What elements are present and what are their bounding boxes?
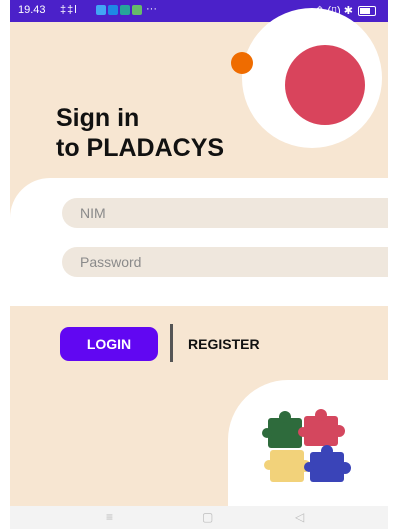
decor-pink-circle [285,45,365,125]
more-notifications-icon: ··· [146,3,157,15]
app-notification-icon [96,5,106,15]
page-title: Sign in to PLADACYS [56,103,224,163]
app-notification-icon [132,5,142,15]
decor-orange-circle [231,52,253,74]
blue-puzzle-piece [304,445,351,482]
yellow-puzzle-piece [264,450,311,482]
app-screen: 19.43 ‡‡l ··· ⇬ (▯) ✱ Sign in to PLADACY… [10,0,388,529]
pink-puzzle-piece [298,409,345,446]
home-nav-button[interactable]: ▢ [202,510,213,524]
register-button[interactable]: REGISTER [188,327,260,361]
puzzle-illustration [262,409,351,482]
login-button[interactable]: LOGIN [60,327,158,361]
notification-icons [96,5,142,15]
nim-input[interactable] [62,198,388,228]
facebook-notification-icon [108,5,118,15]
signal-icon: ‡‡l [60,4,78,16]
title-line-1: Sign in [56,104,140,132]
system-nav-bar: ≡ ▢ ◁ [10,506,388,529]
back-nav-button[interactable]: ◁ [295,510,304,524]
app-notification-icon [120,5,130,15]
title-line-2: to PLADACYS [56,134,225,162]
green-puzzle-piece [262,411,302,448]
menu-nav-button[interactable]: ≡ [106,510,113,524]
login-form-panel [10,178,388,306]
status-time: 19.43 [18,4,46,16]
button-divider [170,324,173,362]
password-input[interactable] [62,247,388,277]
battery-icon [358,5,376,16]
